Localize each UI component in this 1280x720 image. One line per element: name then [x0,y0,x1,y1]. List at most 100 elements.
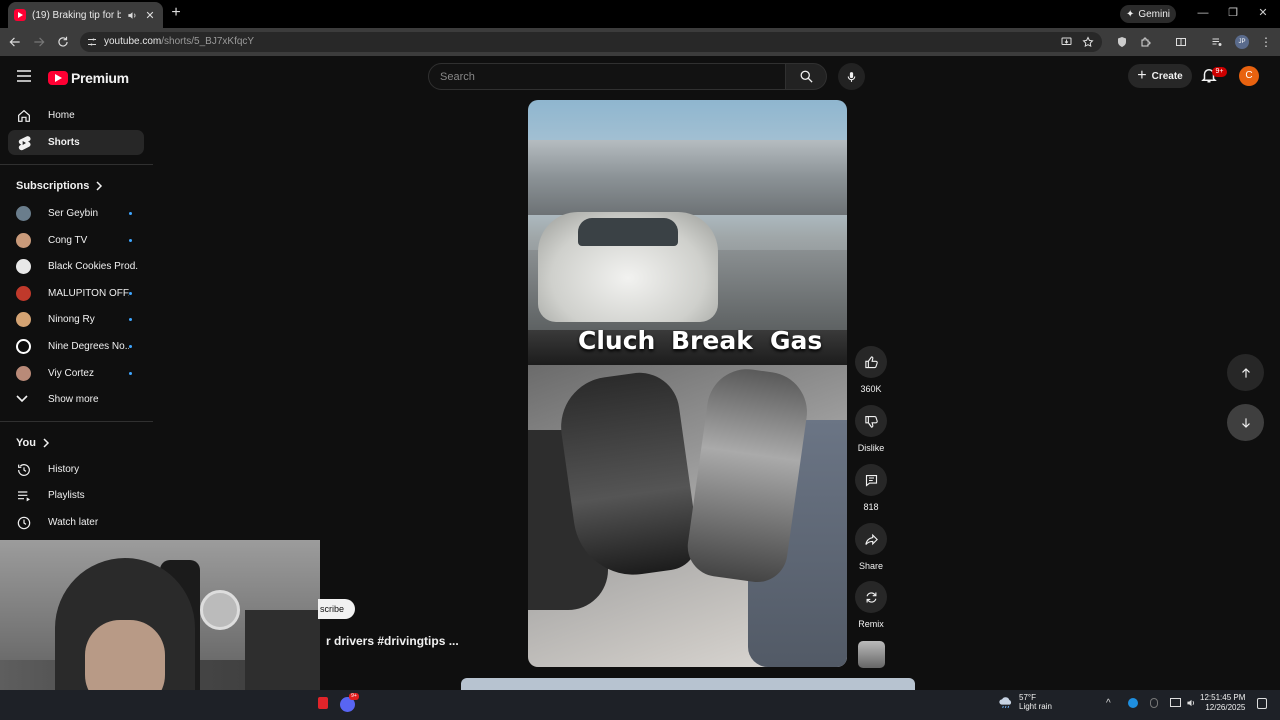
gemini-sparkle-icon: ✦ [1125,8,1135,20]
pedal-label-brake: Break [671,326,753,355]
sidebar-item-history[interactable]: History [8,457,144,482]
search-input[interactable] [429,64,759,89]
tray-overflow-chevron-icon[interactable]: ^ [1106,699,1111,709]
weather-widget[interactable]: 57°F Light rain [998,693,1052,711]
subscribe-button[interactable]: scribe [318,599,355,619]
subscription-item[interactable]: MALUPITON OFF... [16,282,138,304]
voice-search-button[interactable] [838,63,865,90]
account-avatar[interactable]: C [1239,66,1259,86]
browser-menu-icon[interactable]: ⋮ [1260,36,1272,48]
show-more-label: Show more [48,393,99,405]
pedal-label-gas: Gas [770,326,823,355]
channel-avatar [16,205,31,221]
show-more-button[interactable]: Show more [16,388,138,410]
subscriptions-header[interactable]: Subscriptions [16,180,103,192]
arrow-up-icon [1241,367,1250,378]
reload-icon[interactable] [56,35,70,49]
subscription-item[interactable]: Cong TV [16,229,138,251]
sidebar-item-playlists[interactable]: Playlists [8,483,144,508]
like-count: 360K [860,384,882,394]
sidebar-divider [0,421,153,422]
channel-name: MALUPITON OFF... [48,287,129,299]
sound-thumbnail[interactable] [858,641,885,668]
notification-center-icon[interactable] [1257,698,1267,709]
remix-label: Remix [858,619,884,629]
brand-label: Premium [71,70,129,86]
you-title: You [16,437,36,449]
taskbar-clock[interactable]: 12:51:45 PM 12/26/2025 [1200,693,1245,713]
youtube-favicon-icon [14,9,26,21]
history-icon [16,462,32,478]
site-info-icon[interactable] [86,36,98,48]
short-title[interactable]: r drivers #drivingtips ... [326,634,459,648]
windows-taskbar [0,690,1280,720]
tray-volume-icon[interactable] [1186,698,1197,708]
subscription-item[interactable]: Nine Degrees No... [16,335,138,357]
sidebar-item-label: Playlists [48,490,85,501]
webcam-fan [200,590,240,630]
taskbar-app-icon[interactable] [318,697,328,709]
new-tab-button[interactable]: + [168,5,184,21]
home-icon [16,108,32,124]
extensions-puzzle-icon[interactable] [1140,36,1152,48]
thumbs-up-icon [855,346,887,378]
tray-edge-icon[interactable] [1128,698,1138,708]
video-overpass [528,140,847,215]
speaker-icon[interactable] [125,8,139,22]
remix-icon [855,581,887,613]
clock-date: 12/26/2025 [1205,703,1246,712]
discord-badge: 9+ [349,693,359,700]
split-view-icon[interactable] [1175,36,1187,48]
tray-network-icon[interactable] [1170,698,1181,707]
youtube-logo-icon [48,71,68,85]
search-button[interactable] [786,63,827,90]
shorts-video-player[interactable]: Cluch Break Gas [528,100,847,667]
channel-avatar [16,232,31,248]
previous-short-button[interactable] [1227,354,1264,391]
window-close-icon[interactable]: ✕ [1256,6,1270,20]
sidebar-item-shorts[interactable]: Shorts [8,130,144,155]
sidebar-item-home[interactable]: Home [8,103,144,128]
install-app-icon[interactable] [1060,36,1073,48]
subscription-item[interactable]: Ninong Ry [16,308,138,330]
comment-count: 818 [863,502,879,512]
sidebar-item-watch-later[interactable]: Watch later [8,510,144,535]
browser-tab[interactable]: (19) Braking tip for beginne ✕ [8,2,163,28]
you-header[interactable]: You [16,437,50,449]
bookmark-star-icon[interactable] [1082,36,1094,48]
media-controls-icon[interactable] [1211,36,1223,48]
minimize-icon[interactable]: — [1196,6,1210,20]
chevron-down-icon [16,395,31,403]
share-button[interactable]: Share [855,523,887,571]
subscription-item[interactable]: Ser Geybin [16,202,138,224]
subscription-item[interactable]: Black Cookies Prod... [16,255,138,277]
back-icon[interactable] [8,35,22,49]
cloud-rain-icon [998,695,1014,709]
dislike-button[interactable]: Dislike [855,405,887,453]
remix-button[interactable]: Remix [855,581,887,629]
forward-icon[interactable] [32,35,46,49]
next-short-button[interactable] [1227,404,1264,441]
tab-close-icon[interactable]: ✕ [143,8,157,22]
subscriptions-title: Subscriptions [16,180,90,192]
share-label: Share [858,561,884,571]
thumbs-down-icon [855,405,887,437]
hamburger-menu-icon[interactable] [17,70,31,82]
restore-icon[interactable]: ❐ [1226,6,1240,20]
channel-avatar [16,258,31,274]
youtube-premium-logo[interactable]: Premium [48,70,129,86]
url-host: youtube.com [104,36,162,47]
sidebar-item-label: Watch later [48,517,99,528]
create-button[interactable]: + Create [1128,64,1192,88]
pedal-label-clutch: Cluch [578,326,656,355]
video-car-window [578,218,678,246]
channel-name: Nine Degrees No... [48,340,129,352]
tray-mic-icon[interactable] [1150,698,1158,708]
gemini-button[interactable]: ✦ Gemini [1120,5,1176,23]
like-button[interactable]: 360K [855,346,887,394]
subscription-item[interactable]: Viy Cortez [16,362,138,384]
shield-extension-icon[interactable] [1116,36,1128,48]
channel-avatar [16,285,31,301]
comments-button[interactable]: 818 [855,464,887,512]
profile-avatar-icon[interactable]: JP [1235,35,1249,49]
